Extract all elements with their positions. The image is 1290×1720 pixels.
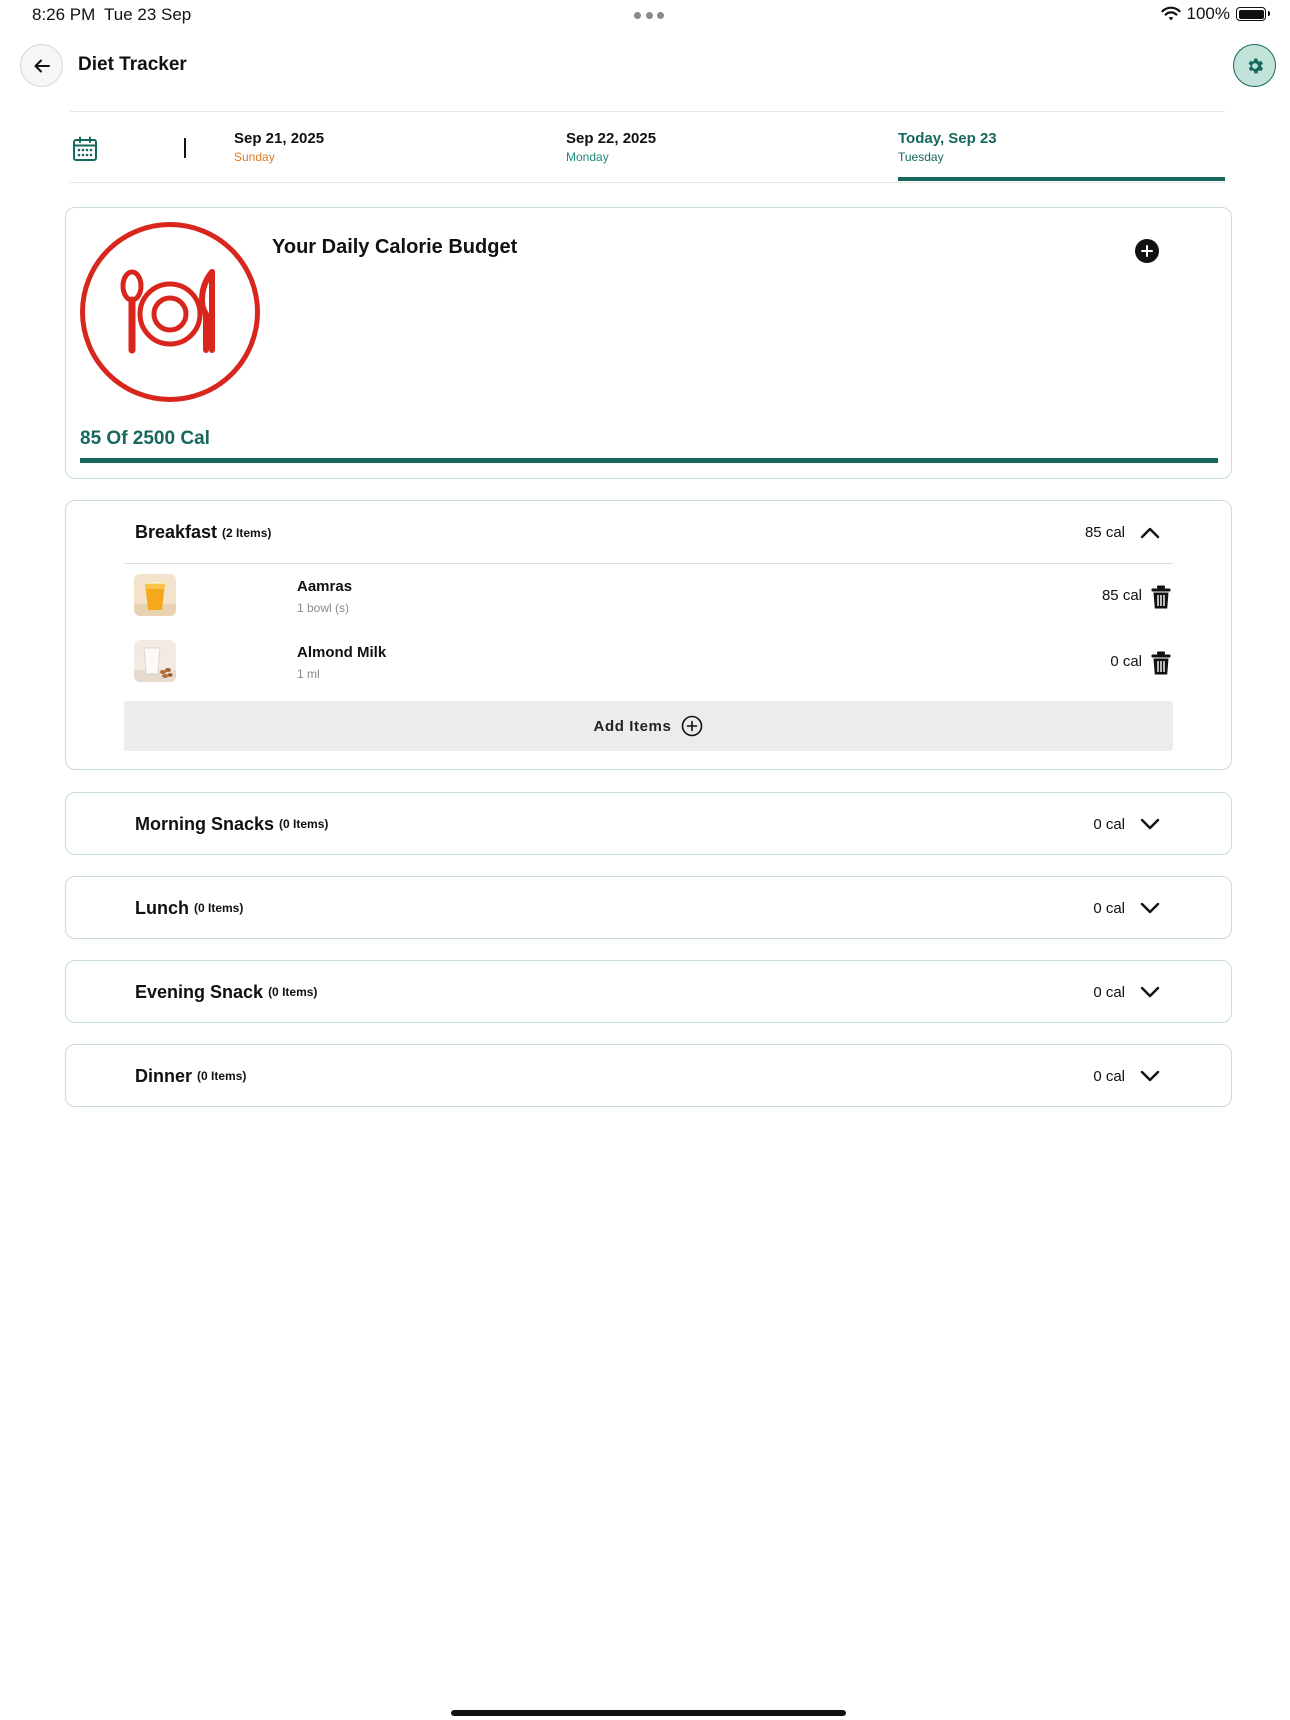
- meal-header-dinner[interactable]: Dinner (0 Items) 0 cal: [135, 1045, 1161, 1107]
- settings-button[interactable]: [1233, 44, 1276, 87]
- add-items-button[interactable]: Add Items: [124, 701, 1173, 751]
- meal-name: Lunch: [135, 897, 189, 918]
- meal-name: Breakfast: [135, 522, 218, 542]
- calorie-budget-card: Your Daily Calorie Budget 85 Of 2500 Cal: [65, 207, 1232, 479]
- meal-header-breakfast[interactable]: Breakfast (2 Items) 85 cal: [135, 501, 1161, 564]
- date-strip: Sep 21, 2025 Sunday Sep 22, 2025 Monday …: [70, 111, 1225, 183]
- wifi-icon: [1160, 6, 1181, 21]
- selected-date-indicator: [898, 177, 1225, 181]
- aamras-thumbnail: [134, 574, 176, 616]
- chevron-up-icon[interactable]: [1139, 522, 1161, 544]
- gear-icon: [1248, 58, 1263, 73]
- budget-title: Your Daily Calorie Budget: [272, 236, 518, 258]
- meal-section-morning-snacks: Morning Snacks (0 Items) 0 cal: [65, 792, 1232, 855]
- food-calories: 85 cal: [1101, 587, 1142, 604]
- meal-item-count: (0 Items): [194, 901, 244, 915]
- meal-header-lunch[interactable]: Lunch (0 Items) 0 cal: [135, 877, 1161, 939]
- day-label: Sunday: [234, 150, 275, 164]
- meal-calories: 0 cal: [1093, 899, 1125, 917]
- calendar-icon[interactable]: [72, 136, 98, 167]
- meal-name: Morning Snacks: [135, 813, 275, 834]
- add-calorie-button[interactable]: [1135, 239, 1159, 263]
- battery-icon: [1236, 7, 1270, 21]
- meal-calories: 85 cal: [1084, 524, 1125, 541]
- meal-calories: 0 cal: [1093, 815, 1125, 833]
- add-items-label: Add Items: [593, 717, 672, 735]
- date-label: Today, Sep 23: [898, 130, 997, 147]
- food-calories: 0 cal: [1110, 653, 1142, 670]
- date-divider: [184, 138, 186, 158]
- battery-percent: 100%: [1186, 4, 1230, 23]
- trash-icon[interactable]: [1151, 585, 1171, 609]
- chevron-down-icon[interactable]: [1139, 1065, 1161, 1087]
- calorie-progress-bar: [80, 458, 1218, 463]
- meal-section-evening-snack: Evening Snack (0 Items) 0 cal: [65, 960, 1232, 1023]
- calorie-progress-fill: [80, 458, 1218, 463]
- plus-icon: [1141, 245, 1153, 257]
- almond-milk-thumbnail: [134, 640, 176, 682]
- meal-section-dinner: Dinner (0 Items) 0 cal: [65, 1044, 1232, 1107]
- meal-name: Evening Snack: [135, 981, 264, 1002]
- status-time: 8:26 PM: [32, 5, 96, 24]
- back-button[interactable]: [20, 44, 63, 87]
- home-indicator[interactable]: [451, 1710, 846, 1716]
- meal-section-lunch: Lunch (0 Items) 0 cal: [65, 876, 1232, 939]
- day-label: Monday: [566, 150, 609, 164]
- meal-item-count: (0 Items): [279, 817, 329, 831]
- date-tab-sep-21[interactable]: Sep 21, 2025 Sunday: [234, 130, 324, 164]
- page-title: Diet Tracker: [78, 54, 187, 75]
- meal-item-count: (2 Items): [222, 525, 272, 540]
- chevron-down-icon[interactable]: [1139, 897, 1161, 919]
- budget-summary: 85 Of 2500 Cal: [80, 428, 210, 449]
- meal-header-morning-snacks[interactable]: Morning Snacks (0 Items) 0 cal: [135, 793, 1161, 855]
- chevron-down-icon[interactable]: [1139, 813, 1161, 835]
- food-item-row[interactable]: Almond Milk 1 ml 0 cal: [124, 639, 1173, 685]
- date-tab-sep-22[interactable]: Sep 22, 2025 Monday: [566, 130, 656, 164]
- day-label: Tuesday: [898, 150, 944, 164]
- meal-calories: 0 cal: [1093, 1067, 1125, 1085]
- plus-circle-icon: [682, 715, 703, 737]
- multitasking-dots-icon[interactable]: [634, 12, 664, 19]
- food-item-row[interactable]: Aamras 1 bowl (s) 85 cal: [124, 573, 1173, 619]
- status-bar: 8:26 PM Tue 23 Sep 100%: [0, 0, 1290, 32]
- trash-icon[interactable]: [1151, 651, 1171, 675]
- date-label: Sep 22, 2025: [566, 130, 657, 147]
- plate-cutlery-icon: [80, 222, 260, 402]
- meal-section-breakfast: Breakfast (2 Items) 85 cal Aamras 1 bowl…: [65, 500, 1232, 770]
- date-tab-today[interactable]: Today, Sep 23 Tuesday: [898, 130, 1225, 164]
- chevron-down-icon[interactable]: [1139, 981, 1161, 1003]
- date-label: Sep 21, 2025: [234, 130, 325, 147]
- food-name: Almond Milk: [297, 644, 387, 661]
- meal-calories: 0 cal: [1093, 983, 1125, 1001]
- food-quantity: 1 ml: [297, 667, 320, 681]
- food-name: Aamras: [297, 578, 353, 595]
- status-date: Tue 23 Sep: [104, 5, 192, 24]
- meal-item-count: (0 Items): [197, 1069, 247, 1083]
- meal-header-evening-snack[interactable]: Evening Snack (0 Items) 0 cal: [135, 961, 1161, 1023]
- meal-name: Dinner: [135, 1065, 193, 1086]
- food-quantity: 1 bowl (s): [297, 601, 350, 615]
- divider: [124, 563, 1173, 564]
- arrow-left-icon: [34, 59, 50, 72]
- status-right: 100%: [1160, 4, 1270, 24]
- meal-item-count: (0 Items): [268, 985, 318, 999]
